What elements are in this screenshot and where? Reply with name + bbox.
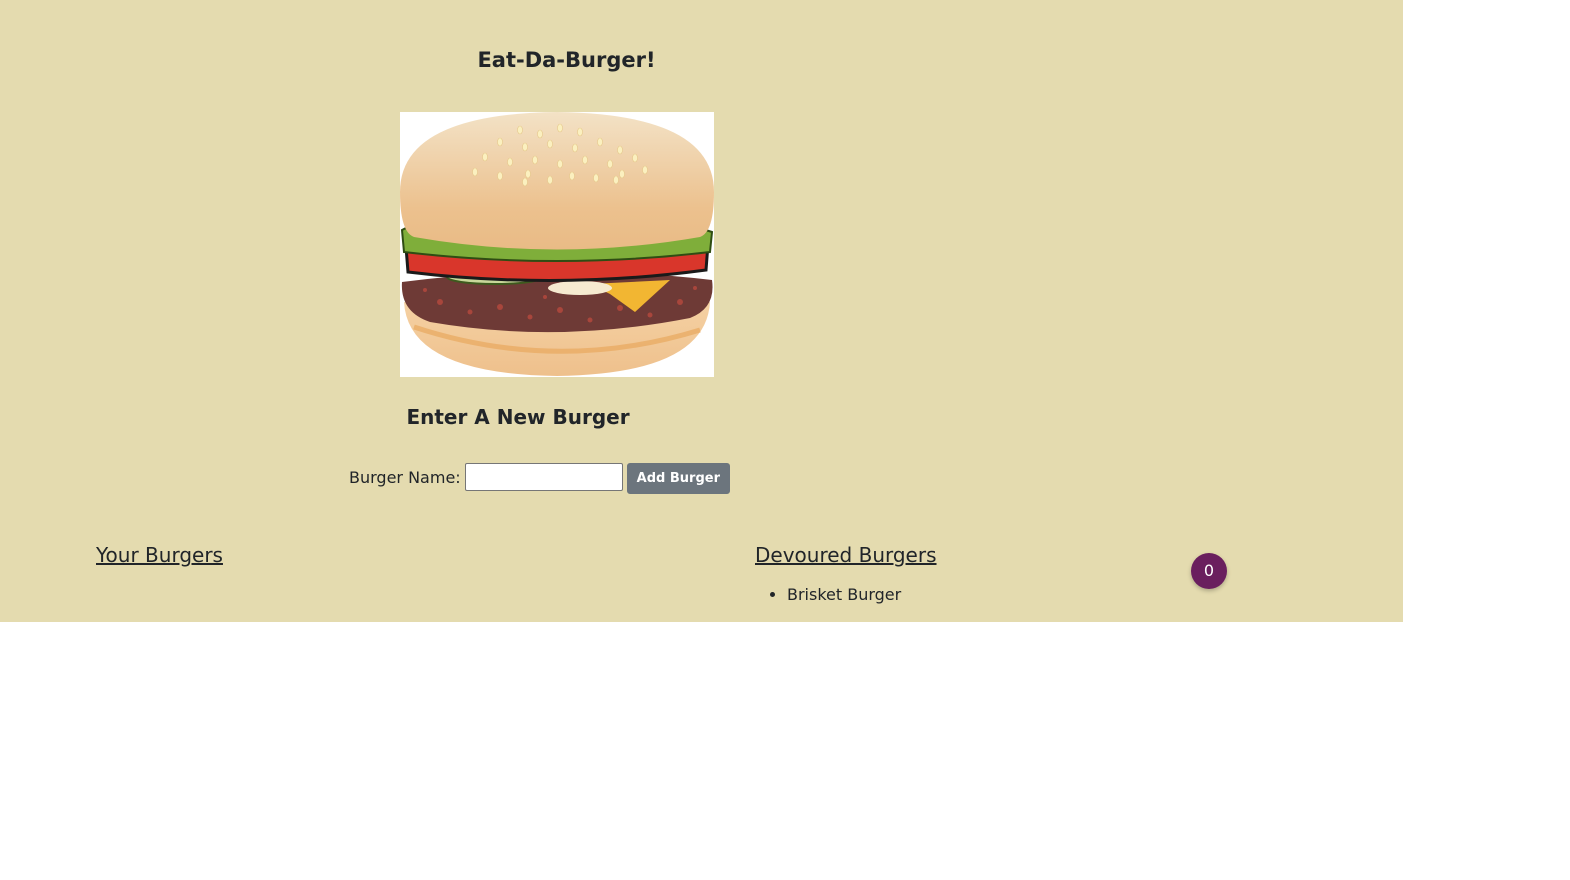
hamburger-illustration bbox=[400, 112, 714, 376]
page-container: Eat-Da-Burger! Enter A New Burger Burger… bbox=[0, 0, 1403, 622]
add-burger-form: Burger Name: Add Burger bbox=[349, 461, 730, 494]
add-burger-button[interactable]: Add Burger bbox=[626, 463, 730, 494]
burger-name-input[interactable] bbox=[464, 463, 623, 491]
devoured-burgers-heading: Devoured Burgers bbox=[755, 543, 937, 567]
hamburger-image bbox=[400, 112, 714, 377]
counter-badge[interactable]: 0 bbox=[1191, 553, 1227, 589]
form-heading: Enter A New Burger bbox=[406, 405, 630, 429]
list-item: Brisket Burger bbox=[787, 585, 901, 604]
devoured-burgers-list: Brisket Burger bbox=[755, 585, 901, 604]
page-title: Eat-Da-Burger! bbox=[477, 48, 656, 72]
your-burgers-heading: Your Burgers bbox=[96, 543, 223, 567]
burger-name-label: Burger Name: bbox=[349, 467, 461, 487]
